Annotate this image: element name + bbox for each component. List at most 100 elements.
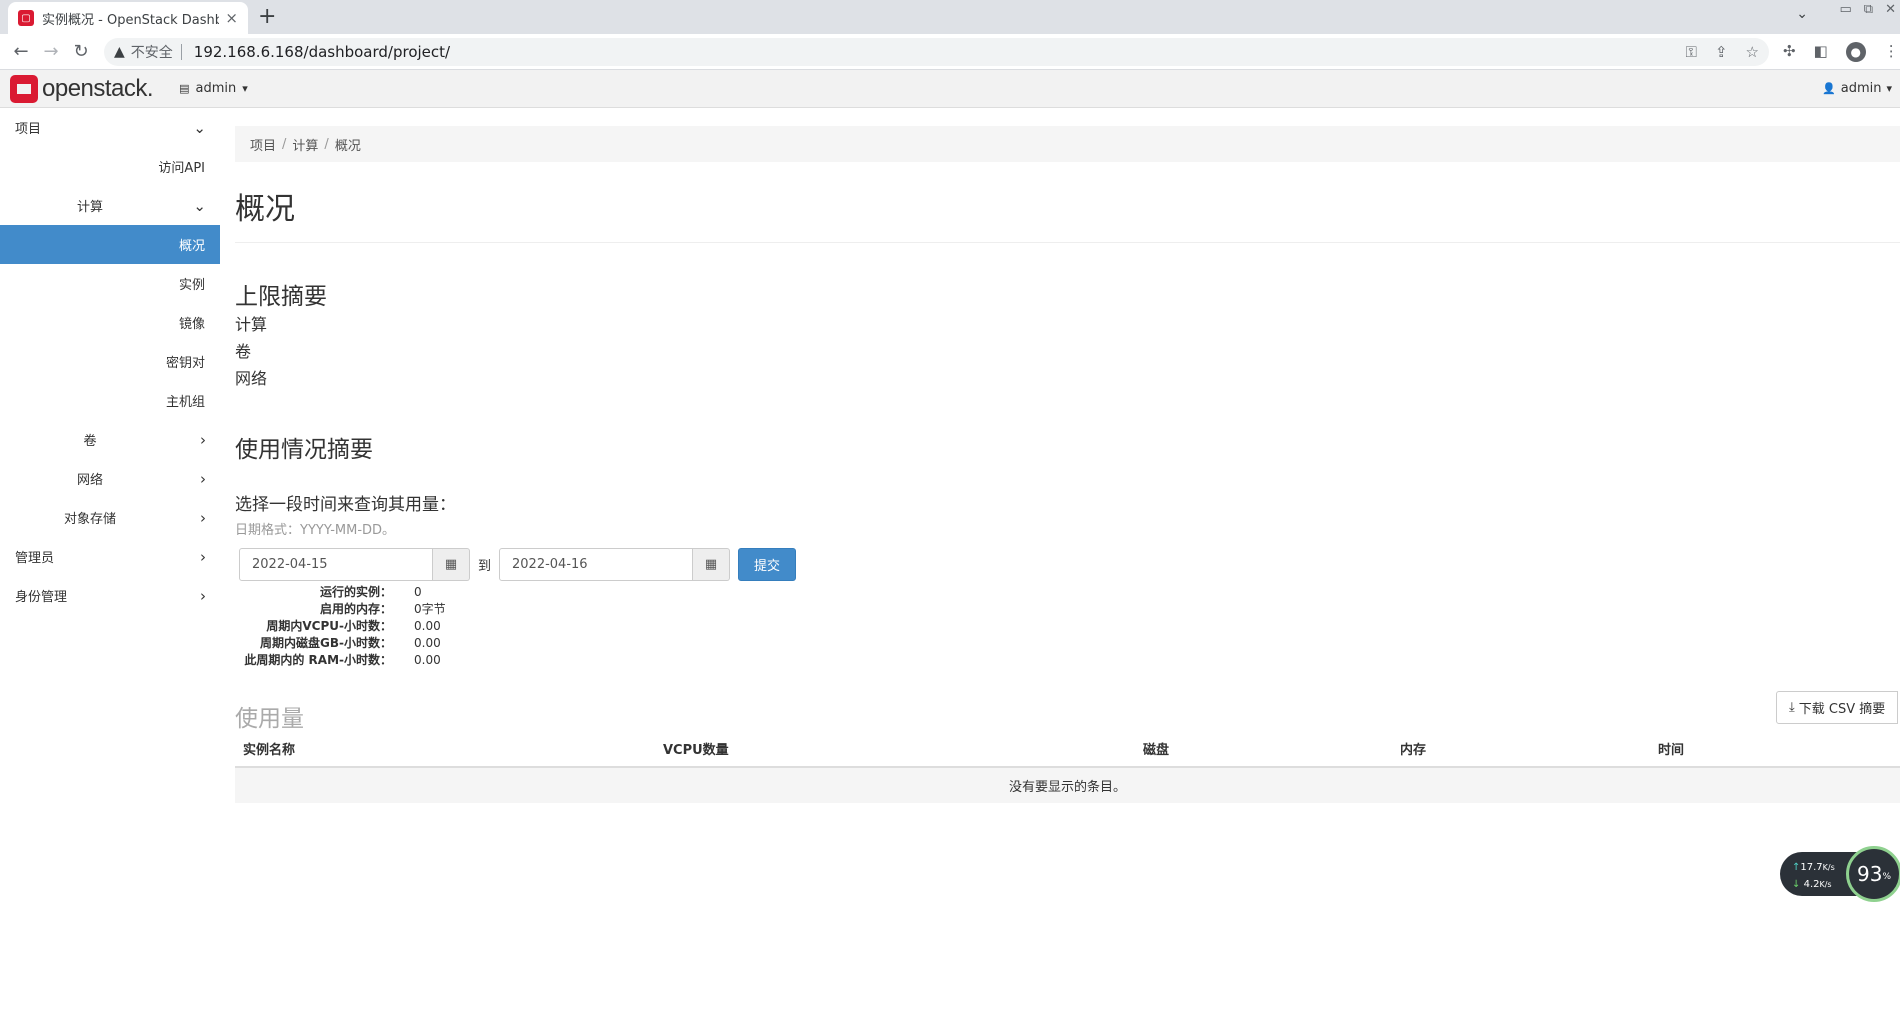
sidebar-item-keypairs[interactable]: 密钥对 [0, 342, 220, 381]
project-dropdown[interactable]: ▤ admin ▾ [179, 81, 248, 96]
stat-label: 启用的内存： [319, 602, 392, 616]
sidebar-item-api-access[interactable]: 访问API [0, 147, 220, 186]
side-panel-icon[interactable]: ◧ [1814, 42, 1828, 62]
openstack-navbar: openstack. ▤ admin ▾ 👤 admin ▾ [0, 70, 1900, 108]
stat-label: 运行的实例： [319, 585, 392, 599]
address-bar[interactable]: ▲ 不安全 192.168.6.168/dashboard/project/ ⚿… [104, 37, 1769, 66]
stat-row: 周期内磁盘GB-小时数： 0.00 [235, 635, 1900, 652]
breadcrumb-project[interactable]: 项目 [250, 135, 276, 154]
chevron-right-icon: › [200, 508, 206, 527]
sidebar-item-instances[interactable]: 实例 [0, 264, 220, 303]
download-csv-button[interactable]: ⤓ 下载 CSV 摘要 [1776, 691, 1899, 724]
tab-close-icon[interactable]: × [225, 9, 238, 27]
stat-row: 启用的内存： 0字节 [235, 601, 1900, 618]
usage-heading: 使用量 [235, 706, 304, 732]
limit-network: 网络 [235, 369, 268, 388]
end-date-input[interactable]: 2022-04-16 [499, 548, 694, 581]
forward-arrow-icon[interactable]: → [36, 41, 66, 62]
network-speed-widget[interactable]: ↑17.7K/s ↓ 4.2K/s 93% [1780, 846, 1900, 902]
download-unit: K/s [1819, 880, 1832, 889]
restore-button[interactable]: ⧉ [1864, 2, 1873, 17]
openstack-logo-text: openstack. [42, 74, 154, 102]
openstack-logo[interactable]: openstack. [10, 74, 154, 103]
minimize-button[interactable]: ▭ [1840, 2, 1852, 17]
browser-toolbar: ← → ↻ ▲ 不安全 192.168.6.168/dashboard/proj… [0, 34, 1900, 70]
date-format-hint: 日期格式：YYYY-MM-DD。 [235, 523, 396, 538]
upload-unit: K/s [1822, 863, 1835, 872]
sidebar-item-compute[interactable]: 计算 ⌄ [0, 186, 220, 225]
sidebar-item-images[interactable]: 镜像 [0, 303, 220, 342]
breadcrumb-separator: / [282, 136, 287, 152]
key-icon[interactable]: ⚿ [1686, 43, 1697, 61]
gauge-unit: % [1882, 872, 1891, 882]
calendar-icon[interactable]: ▦ [433, 548, 470, 581]
download-icon: ⤓ [1789, 700, 1795, 715]
extensions-puzzle-icon[interactable]: ✣ [1783, 42, 1796, 62]
new-tab-button[interactable]: + [258, 4, 276, 29]
download-arrow-icon: ↓ [1792, 879, 1801, 890]
sidebar-item-identity[interactable]: 身份管理 › [0, 576, 220, 615]
sidebar-item-label: 镜像 [178, 317, 205, 332]
stat-row: 此周期内的 RAM-小时数： 0.00 [235, 652, 1900, 669]
browser-menu-icon[interactable]: ⋮ [1884, 42, 1899, 62]
breadcrumb-separator: / [324, 136, 329, 152]
column-header-instance-name[interactable]: 实例名称 [235, 731, 655, 768]
user-name: admin [1840, 81, 1882, 96]
stat-value: 0 [414, 585, 422, 599]
limit-summary: 上限摘要 计算 卷 网络 [235, 277, 1900, 392]
sidebar-item-volumes[interactable]: 卷 › [0, 420, 220, 459]
chevron-right-icon: › [200, 547, 206, 566]
tab-search-chevron-icon[interactable]: ⌄ [1796, 6, 1808, 22]
chevron-right-icon: › [200, 430, 206, 449]
table-row: 没有要显示的条目。 [235, 767, 1900, 803]
usage-table: 实例名称 VCPU数量 磁盘 内存 时间 没有要显示的条目。 [235, 731, 1900, 803]
sidebar-item-label: 密钥对 [165, 356, 205, 371]
openstack-logo-icon [10, 74, 38, 103]
sidebar-item-label: 身份管理 [15, 590, 68, 605]
submit-button[interactable]: 提交 [738, 548, 797, 581]
sidebar-item-server-groups[interactable]: 主机组 [0, 381, 220, 420]
column-header-vcpus[interactable]: VCPU数量 [655, 731, 1135, 768]
calendar-icon[interactable]: ▦ [693, 548, 731, 581]
sidebar-item-admin[interactable]: 管理员 › [0, 537, 220, 576]
close-window-button[interactable]: ✕ [1885, 2, 1896, 17]
window-controls: ▭ ⧉ ✕ [1840, 2, 1897, 17]
stat-value: 0.00 [414, 653, 441, 667]
empty-table-message: 没有要显示的条目。 [235, 767, 1900, 803]
browser-tab[interactable]: ▢ 实例概况 - OpenStack Dashboa × [8, 2, 248, 34]
limit-summary-heading: 上限摘要 [235, 284, 327, 310]
back-arrow-icon[interactable]: ← [6, 41, 36, 62]
limit-volume: 卷 [235, 342, 252, 361]
sidebar-item-network[interactable]: 网络 › [0, 459, 220, 498]
user-dropdown[interactable]: 👤 admin ▾ [1822, 81, 1892, 96]
insecure-label[interactable]: 不安全 [131, 42, 173, 62]
openstack-favicon-icon: ▢ [18, 10, 34, 26]
chevron-right-icon: › [200, 586, 206, 605]
sidebar-item-overview[interactable]: 概况 [0, 225, 220, 264]
sidebar-item-project[interactable]: 项目 ⌄ [0, 108, 220, 147]
column-header-memory[interactable]: 内存 [1392, 731, 1650, 768]
bookmark-star-icon[interactable]: ☆ [1746, 43, 1759, 61]
tab-title: 实例概况 - OpenStack Dashboa [42, 12, 220, 28]
usage-summary-heading: 使用情况摘要 [235, 437, 373, 463]
start-date-input[interactable]: 2022-04-15 [239, 548, 433, 581]
page-header: 概况 [235, 162, 1900, 243]
sidebar: 项目 ⌄ 访问API 计算 ⌄ 概况 实例 镜像 密钥对 主机组 卷 › 网络 … [0, 108, 220, 1034]
download-value: 4.2 [1803, 879, 1820, 890]
stat-row: 周期内VCPU-小时数： 0.00 [235, 618, 1900, 635]
breadcrumb-compute[interactable]: 计算 [292, 135, 318, 154]
usage-stats: 运行的实例： 0 启用的内存： 0字节 周期内VCPU-小时数： 0.00 周期… [235, 584, 1900, 669]
share-icon[interactable]: ⇪ [1715, 43, 1728, 61]
column-header-time[interactable]: 时间 [1650, 731, 1900, 768]
url-text[interactable]: 192.168.6.168/dashboard/project/ [194, 43, 1686, 61]
profile-avatar-icon[interactable]: ● [1845, 41, 1866, 62]
reload-icon[interactable]: ↻ [66, 41, 96, 62]
user-icon: 👤 [1822, 82, 1836, 95]
column-header-disk[interactable]: 磁盘 [1135, 731, 1392, 768]
table-header-row: 实例名称 VCPU数量 磁盘 内存 时间 [235, 731, 1900, 768]
warning-icon: ▲ [114, 43, 125, 60]
sidebar-item-label: 对象存储 [63, 512, 116, 527]
sidebar-item-object-store[interactable]: 对象存储 › [0, 498, 220, 537]
gauge-value: 93 [1856, 862, 1883, 886]
sidebar-item-label: 实例 [178, 278, 205, 293]
